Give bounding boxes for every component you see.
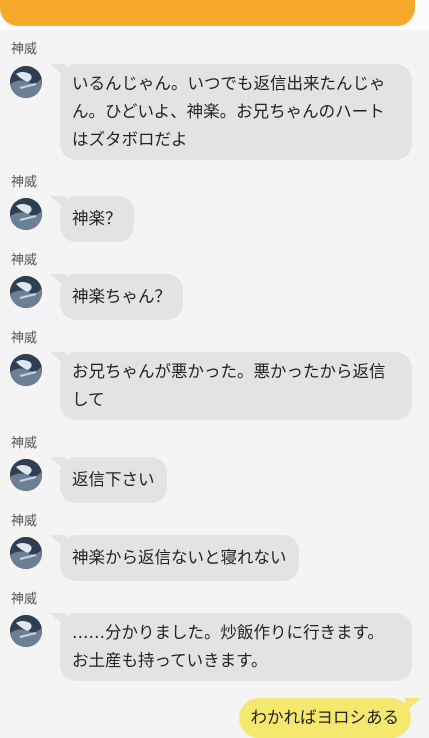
avatar[interactable]: [10, 66, 42, 98]
my-message-text: わかればヨロシある: [250, 708, 400, 727]
avatar-image: [10, 459, 42, 491]
avatar-image: [10, 354, 42, 386]
sender-name: 神威: [11, 175, 38, 190]
message-bubble[interactable]: 神楽？: [50, 196, 134, 242]
message-text: 神楽？: [72, 209, 122, 228]
avatar[interactable]: [10, 615, 42, 647]
avatar[interactable]: [10, 459, 42, 491]
my-message-bubble[interactable]: わかればヨロシある: [238, 698, 421, 738]
message-bubble[interactable]: 神楽ちゃん？: [50, 274, 183, 320]
avatar[interactable]: [10, 276, 42, 308]
avatar-image: [10, 615, 42, 647]
sender-name: 神威: [11, 592, 38, 607]
previous-message-bubble: [0, 0, 429, 30]
avatar-image: [10, 66, 42, 98]
message-bubble[interactable]: いるんじゃん。いつでも返信出来たんじゃん。ひどいよ、神楽。お兄ちゃんのハートはズ…: [50, 64, 412, 160]
message-text: ……分かりました。炒飯作りに行きます。お土産も持っていきます。: [72, 623, 384, 670]
message-text: お兄ちゃんが悪かった。悪かったから返信して: [72, 362, 386, 409]
message-bubble[interactable]: 神楽から返信ないと寝れない: [50, 535, 299, 581]
avatar-image: [10, 198, 42, 230]
message-text: 神楽から返信ないと寝れない: [72, 548, 287, 567]
message-text: いるんじゃん。いつでも返信出来たんじゃん。ひどいよ、神楽。お兄ちゃんのハートはズ…: [72, 74, 386, 149]
avatar-image: [10, 276, 42, 308]
sender-name: 神威: [11, 253, 38, 268]
sender-name: 神威: [11, 42, 38, 57]
message-bubble[interactable]: お兄ちゃんが悪かった。悪かったから返信して: [50, 352, 412, 420]
avatar[interactable]: [10, 537, 42, 569]
outgoing-bubble-top: [0, 0, 415, 26]
avatar[interactable]: [10, 354, 42, 386]
sender-name: 神威: [11, 514, 38, 529]
message-text: 神楽ちゃん？: [72, 287, 171, 306]
avatar[interactable]: [10, 198, 42, 230]
message-text: 返信下さい: [72, 470, 155, 489]
sender-name: 神威: [11, 436, 38, 451]
sender-name: 神威: [11, 331, 38, 346]
message-bubble[interactable]: ……分かりました。炒飯作りに行きます。お土産も持っていきます。: [50, 613, 412, 681]
message-bubble[interactable]: 返信下さい: [50, 457, 167, 503]
avatar-image: [10, 537, 42, 569]
